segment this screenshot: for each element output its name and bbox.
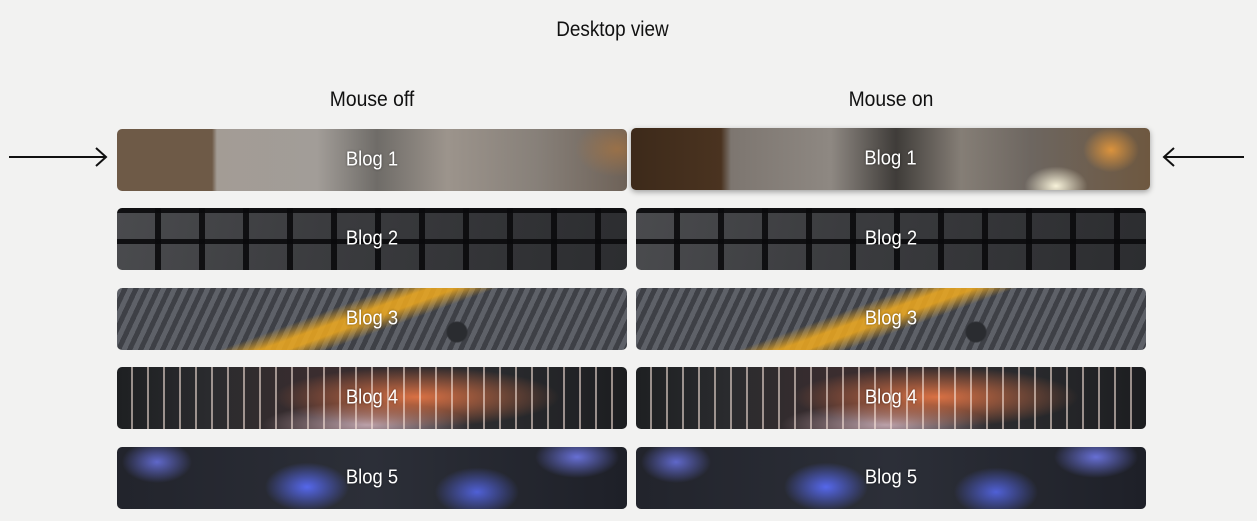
mouse-on-heading: Mouse on <box>848 88 934 111</box>
blog-card-2[interactable]: Blog 2 <box>636 208 1146 270</box>
arrow-right-icon <box>9 147 108 167</box>
blog-card-4[interactable]: Blog 4 <box>636 367 1146 429</box>
blog-card-label: Blog 1 <box>864 147 917 170</box>
blog-card-label: Blog 4 <box>345 386 399 409</box>
blog-card-label: Blog 5 <box>345 466 399 489</box>
blog-card-label: Blog 3 <box>864 307 918 330</box>
blog-card-label: Blog 4 <box>864 386 918 409</box>
blog-card-label: Blog 5 <box>864 466 918 489</box>
blog-card-3[interactable]: Blog 3 <box>117 288 627 350</box>
blog-card-5[interactable]: Blog 5 <box>636 447 1146 509</box>
blog-card-2[interactable]: Blog 2 <box>117 208 627 270</box>
blog-card-1-hovered[interactable]: Blog 1 <box>631 128 1150 190</box>
blog-card-1[interactable]: Blog 1 <box>117 129 627 191</box>
blog-card-4[interactable]: Blog 4 <box>117 367 627 429</box>
arrow-left-icon <box>1162 147 1244 167</box>
page-title: Desktop view <box>556 18 669 41</box>
blog-card-5[interactable]: Blog 5 <box>117 447 627 509</box>
blog-card-label: Blog 1 <box>345 148 399 171</box>
blog-card-label: Blog 2 <box>345 227 399 250</box>
mouse-off-heading: Mouse off <box>329 88 415 111</box>
blog-card-label: Blog 3 <box>345 307 399 330</box>
blog-card-3[interactable]: Blog 3 <box>636 288 1146 350</box>
blog-card-label: Blog 2 <box>864 227 918 250</box>
